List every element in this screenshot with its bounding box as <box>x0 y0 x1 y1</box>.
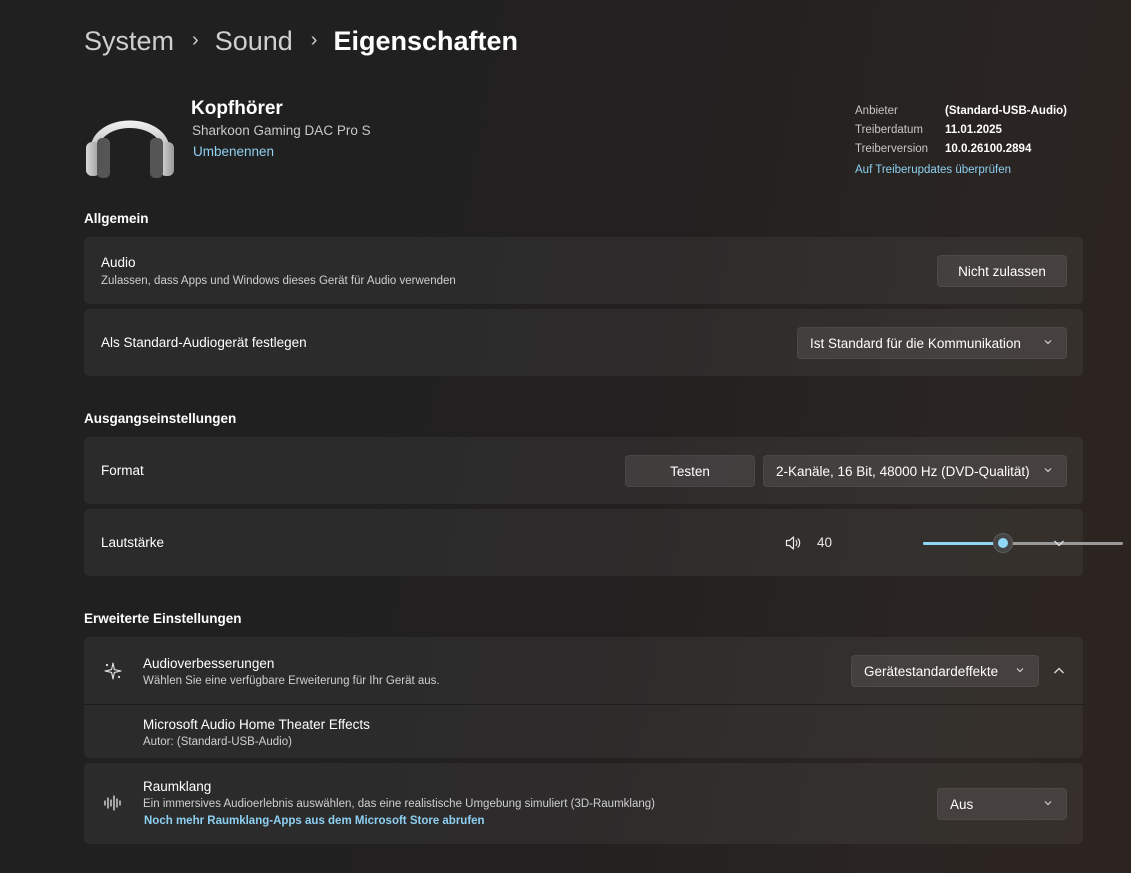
format-dropdown[interactable]: 2-Kanäle, 16 Bit, 48000 Hz (DVD-Qualität… <box>763 455 1067 487</box>
driver-info-value: 11.01.2025 <box>945 123 1002 136</box>
chevron-down-icon <box>1016 668 1024 673</box>
device-model: Sharkoon Gaming DAC Pro S <box>192 123 371 138</box>
effect-item-title: Microsoft Audio Home Theater Effects <box>143 717 370 732</box>
volume-card: Lautstärke 40 <box>84 509 1123 576</box>
format-title: Format <box>101 463 144 478</box>
device-name: Kopfhörer <box>191 98 283 119</box>
enhancements-title: Audioverbesserungen <box>143 656 275 671</box>
volume-slider-fill <box>923 542 1003 545</box>
chevron-down-icon <box>1044 340 1052 345</box>
enhancements-dropdown[interactable]: Gerätestandardeffekte <box>851 655 1039 687</box>
breadcrumb: System › Sound › Eigenschaften <box>84 26 518 57</box>
driver-info-row: Anbieter (Standard-USB-Audio) <box>855 101 1067 120</box>
driver-info: Anbieter (Standard-USB-Audio) Treiberdat… <box>855 101 1067 179</box>
rename-link[interactable]: Umbenennen <box>193 144 274 159</box>
volume-slider[interactable] <box>923 533 1123 553</box>
enhancements-card: Audioverbesserungen Wählen Sie eine verf… <box>84 637 1083 758</box>
section-heading-output: Ausgangseinstellungen <box>84 411 237 426</box>
driver-info-label: Treiberversion <box>855 142 929 155</box>
speaker-icon[interactable] <box>781 531 805 555</box>
audio-subtitle: Zulassen, dass Apps und Windows dieses G… <box>101 275 456 287</box>
chevron-down-icon[interactable] <box>1047 531 1071 555</box>
spatial-selected: Aus <box>950 796 974 812</box>
spatial-dropdown[interactable]: Aus <box>937 788 1067 820</box>
format-selected: 2-Kanäle, 16 Bit, 48000 Hz (DVD-Qualität… <box>776 463 1030 479</box>
volume-title: Lautstärke <box>101 535 165 550</box>
chevron-down-icon <box>1044 801 1052 806</box>
driver-info-value: 10.0.26100.2894 <box>945 142 1032 155</box>
soundwave-icon <box>101 791 125 815</box>
format-card: Format Testen 2-Kanäle, 16 Bit, 48000 Hz… <box>84 437 1083 504</box>
spatial-store-link[interactable]: Noch mehr Raumklang-Apps aus dem Microso… <box>144 815 485 827</box>
headphones-icon <box>84 90 176 182</box>
driver-info-label: Anbieter <box>855 104 898 117</box>
effect-item-subtitle: Autor: (Standard-USB-Audio) <box>143 736 292 748</box>
driver-info-value: (Standard-USB-Audio) <box>945 104 1068 117</box>
audio-card: Audio Zulassen, dass Apps und Windows di… <box>84 237 1083 304</box>
volume-value: 40 <box>817 535 833 550</box>
section-heading-advanced: Erweiterte Einstellungen <box>84 611 242 626</box>
default-device-selected: Ist Standard für die Kommunikation <box>810 335 1021 351</box>
enhancements-selected: Gerätestandardeffekte <box>864 663 999 679</box>
page-title: Eigenschaften <box>333 26 518 56</box>
audio-title: Audio <box>101 255 136 270</box>
spatial-title: Raumklang <box>143 779 212 794</box>
breadcrumb-separator: › <box>192 29 199 51</box>
chevron-up-icon[interactable] <box>1047 659 1071 683</box>
default-device-dropdown[interactable]: Ist Standard für die Kommunikation <box>797 327 1067 359</box>
spatial-sound-card: Raumklang Ein immersives Audioerlebnis a… <box>84 763 1083 844</box>
driver-update-link[interactable]: Auf Treiberupdates überprüfen <box>855 160 1067 179</box>
divider <box>84 704 1083 705</box>
default-device-title: Als Standard-Audiogerät festlegen <box>101 335 307 350</box>
test-button[interactable]: Testen <box>625 455 755 487</box>
enhancements-subtitle: Wählen Sie eine verfügbare Erweiterung f… <box>143 675 440 687</box>
section-heading-general: Allgemein <box>84 211 149 226</box>
driver-info-row: Treiberversion 10.0.26100.2894 <box>855 139 1067 158</box>
driver-info-row: Treiberdatum 11.01.2025 <box>855 120 1067 139</box>
breadcrumb-system[interactable]: System <box>84 26 174 57</box>
volume-slider-thumb[interactable] <box>993 533 1013 553</box>
driver-info-label: Treiberdatum <box>855 123 923 136</box>
spatial-subtitle: Ein immersives Audioerlebnis auswählen, … <box>143 798 655 810</box>
disallow-button[interactable]: Nicht zulassen <box>937 255 1067 287</box>
chevron-down-icon <box>1044 468 1052 473</box>
breadcrumb-separator: › <box>310 29 318 51</box>
breadcrumb-sound[interactable]: Sound <box>215 26 293 57</box>
default-device-card: Als Standard-Audiogerät festlegen Ist St… <box>84 309 1083 376</box>
sparkle-icon <box>101 659 125 683</box>
